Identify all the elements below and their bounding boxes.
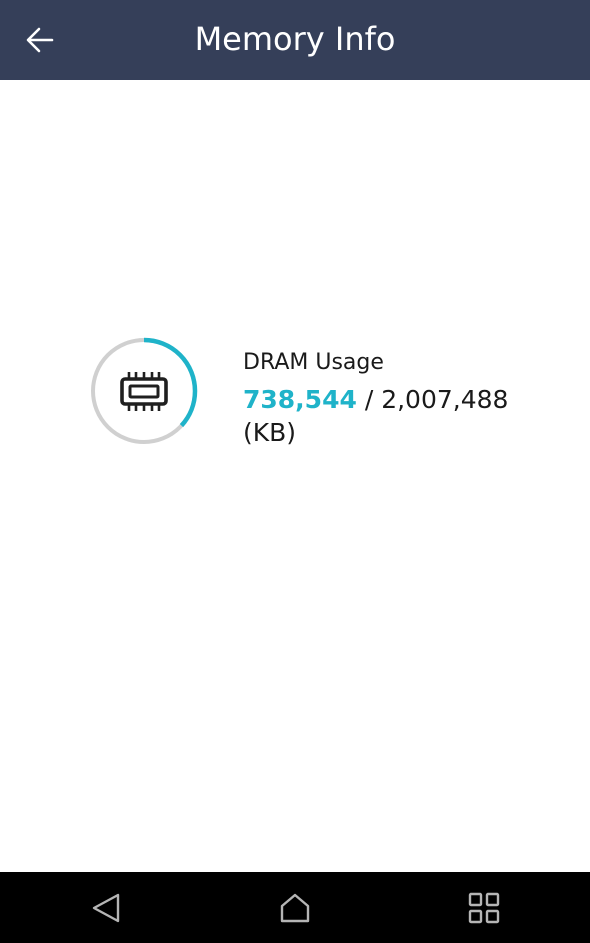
- nav-recents-button[interactable]: [464, 888, 504, 928]
- unit-label: (KB): [243, 418, 297, 447]
- house-home-icon: [280, 893, 310, 923]
- app-bar: Memory Info: [0, 0, 590, 80]
- dram-usage-info: DRAM Usage 738,544 / 2,007,488 (KB): [243, 348, 543, 449]
- grid-recents-icon: [468, 892, 500, 924]
- page-title: Memory Info: [194, 20, 396, 58]
- system-nav-bar: [0, 872, 590, 943]
- dram-usage-values: 738,544 / 2,007,488 (KB): [243, 383, 543, 449]
- main-content: DRAM Usage 738,544 / 2,007,488 (KB): [0, 80, 590, 872]
- value-separator: /: [356, 385, 382, 414]
- dram-total-value: 2,007,488: [381, 385, 509, 414]
- dram-used-value: 738,544: [243, 385, 357, 414]
- dram-usage-label: DRAM Usage: [243, 350, 384, 375]
- triangle-back-icon: [92, 893, 120, 923]
- dram-usage-gauge: [89, 336, 199, 446]
- memory-chip-icon: [120, 372, 168, 411]
- nav-back-button[interactable]: [86, 888, 126, 928]
- nav-home-button[interactable]: [275, 888, 315, 928]
